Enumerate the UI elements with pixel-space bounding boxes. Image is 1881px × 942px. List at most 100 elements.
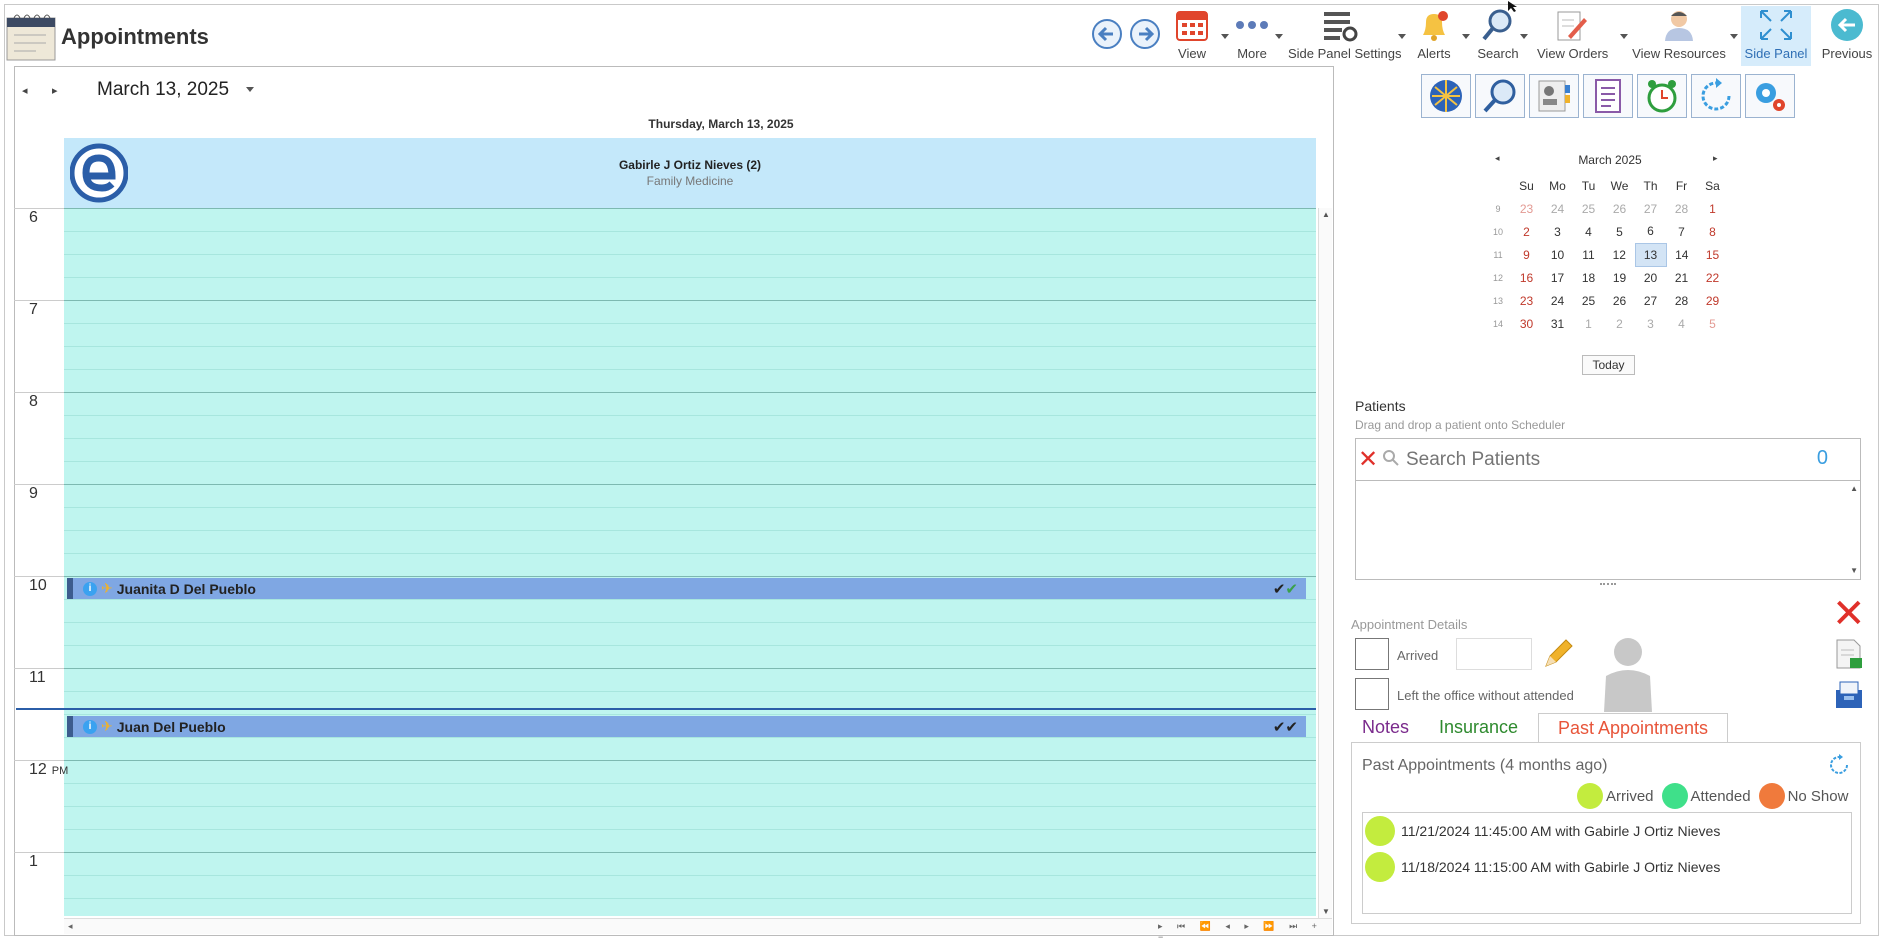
side-panel-button[interactable]: Side Panel — [1741, 6, 1811, 66]
calendar-day[interactable]: 31 — [1542, 312, 1573, 335]
tab-past-appointments[interactable]: Past Appointments — [1538, 713, 1728, 743]
calendar-day[interactable]: 14 — [1666, 243, 1697, 266]
calendar-day[interactable]: 19 — [1604, 266, 1635, 289]
tab-notes[interactable]: Notes — [1355, 713, 1416, 742]
left-office-checkbox[interactable] — [1355, 678, 1389, 710]
more-button[interactable]: More — [1230, 8, 1274, 66]
settings-gears-button[interactable] — [1745, 74, 1795, 118]
document-download-icon[interactable] — [1834, 638, 1864, 675]
calendar-day[interactable]: 23 — [1511, 289, 1542, 312]
calendar-day[interactable]: 27 — [1635, 289, 1666, 312]
calendar-day[interactable]: 24 — [1542, 289, 1573, 312]
arrived-checkbox[interactable] — [1355, 638, 1389, 670]
calendar-day[interactable]: 29 — [1697, 289, 1728, 312]
date-selector[interactable]: March 13, 2025 — [97, 79, 229, 101]
calendar-day[interactable]: 21 — [1666, 266, 1697, 289]
calendar-day[interactable]: 1 — [1697, 197, 1728, 220]
calendar-day[interactable]: 8 — [1697, 220, 1728, 243]
calendar-day[interactable]: 16 — [1511, 266, 1542, 289]
calendar-day[interactable]: 13 — [1634, 242, 1667, 267]
alerts-button[interactable]: Alerts — [1414, 8, 1454, 66]
back-arrow-button[interactable] — [1091, 18, 1123, 55]
calendar-day[interactable]: 12 — [1604, 243, 1635, 266]
checklist-button[interactable] — [1583, 74, 1633, 118]
calendar-day[interactable]: 28 — [1666, 197, 1697, 220]
tab-insurance[interactable]: Insurance — [1432, 713, 1525, 742]
calendar-day[interactable]: 5 — [1604, 220, 1635, 243]
view-button[interactable]: View — [1170, 8, 1214, 66]
appointment-juan[interactable]: i ✈ Juan Del Pueblo ✔✔ — [67, 716, 1306, 737]
calendar-day[interactable]: 6 — [1635, 220, 1666, 243]
calendar-day[interactable]: 25 — [1573, 289, 1604, 312]
side-panel-settings-dropdown-icon[interactable] — [1398, 34, 1406, 39]
arrived-time-field[interactable] — [1456, 638, 1532, 670]
previous-button[interactable]: Previous — [1819, 8, 1875, 66]
alarm-clock-button[interactable] — [1637, 74, 1687, 118]
calendar-day[interactable]: 22 — [1697, 266, 1728, 289]
calendar-day[interactable]: 10 — [1542, 243, 1573, 266]
refresh-icon[interactable] — [1828, 754, 1850, 781]
appointment-juanita[interactable]: i ✈ Juanita D Del Pueblo ✔✔ — [67, 578, 1306, 599]
more-dropdown-icon[interactable] — [1275, 34, 1283, 39]
horizontal-scrollbar[interactable]: ◂ ▸ ⏮ ⏪ ◂ ▸ ⏩ ⏭ + − — [64, 918, 1332, 942]
calendar-day[interactable]: 30 — [1511, 312, 1542, 335]
next-month-button[interactable]: ▸ — [1713, 153, 1718, 164]
date-dropdown-icon[interactable] — [246, 87, 254, 92]
calendar-day[interactable]: 20 — [1635, 266, 1666, 289]
globe-network-button[interactable] — [1421, 74, 1471, 118]
list-item[interactable]: 11/18/2024 11:15:00 AM with Gabirle J Or… — [1365, 852, 1720, 882]
splitter-handle[interactable] — [1600, 583, 1616, 585]
vertical-scrollbar[interactable]: ▲ ▼ — [1318, 208, 1332, 918]
calendar-day[interactable]: 11 — [1573, 243, 1604, 266]
calendar-day[interactable]: 18 — [1573, 266, 1604, 289]
edit-pencil-icon[interactable] — [1542, 638, 1574, 675]
list-item[interactable]: 11/21/2024 11:45:00 AM with Gabirle J Or… — [1365, 816, 1720, 846]
view-resources-dropdown-icon[interactable] — [1730, 34, 1738, 39]
patient-list[interactable]: ▲ ▼ — [1355, 480, 1861, 580]
contact-card-button[interactable] — [1529, 74, 1579, 118]
calendar-day[interactable]: 25 — [1573, 197, 1604, 220]
calendar-day[interactable]: 15 — [1697, 243, 1728, 266]
calendar-day[interactable]: 23 — [1511, 197, 1542, 220]
clear-search-icon[interactable]: ✕ — [1358, 445, 1378, 474]
next-day-button[interactable]: ▸ — [52, 84, 58, 97]
view-resources-button[interactable]: View Resources — [1632, 8, 1726, 66]
magnifier-button[interactable] — [1475, 74, 1525, 118]
prev-month-button[interactable]: ◂ — [1495, 153, 1500, 164]
calendar-day[interactable]: 3 — [1635, 312, 1666, 335]
calendar-day[interactable]: 26 — [1604, 197, 1635, 220]
calendar-day[interactable]: 9 — [1511, 243, 1542, 266]
info-icon[interactable]: i — [83, 581, 97, 596]
info-icon[interactable]: i — [83, 719, 97, 734]
calendar-day[interactable]: 2 — [1511, 220, 1542, 243]
calendar-day[interactable]: 7 — [1666, 220, 1697, 243]
search-patients-input[interactable] — [1406, 447, 1786, 473]
side-panel-settings-button[interactable]: Side Panel Settings — [1288, 8, 1401, 66]
refresh-button[interactable] — [1691, 74, 1741, 118]
grid-line — [64, 806, 1316, 807]
calendar-day[interactable]: 2 — [1604, 312, 1635, 335]
view-dropdown-icon[interactable] — [1221, 34, 1229, 39]
calendar-day[interactable]: 4 — [1666, 312, 1697, 335]
patient-search-box[interactable]: ✕ 0 — [1355, 438, 1861, 481]
view-orders-button[interactable]: View Orders — [1537, 8, 1608, 66]
archive-box-icon[interactable] — [1834, 680, 1864, 715]
calendar-day[interactable]: 5 — [1697, 312, 1728, 335]
today-button[interactable]: Today — [1582, 355, 1635, 375]
calendar-day[interactable]: 27 — [1635, 197, 1666, 220]
calendar-day[interactable]: 4 — [1573, 220, 1604, 243]
calendar-day[interactable]: 28 — [1666, 289, 1697, 312]
forward-arrow-button[interactable] — [1129, 18, 1161, 55]
calendar-day[interactable]: 24 — [1542, 197, 1573, 220]
view-orders-dropdown-icon[interactable] — [1620, 34, 1628, 39]
time-grid[interactable] — [64, 208, 1316, 922]
calendar-day[interactable]: 3 — [1542, 220, 1573, 243]
calendar-day[interactable]: 26 — [1604, 289, 1635, 312]
prev-day-button[interactable]: ◂ — [22, 84, 28, 97]
alerts-dropdown-icon[interactable] — [1462, 34, 1470, 39]
hour-tick — [14, 852, 64, 853]
search-dropdown-icon[interactable] — [1520, 34, 1528, 39]
calendar-day[interactable]: 17 — [1542, 266, 1573, 289]
calendar-day[interactable]: 1 — [1573, 312, 1604, 335]
delete-appointment-icon[interactable]: ✕ — [1832, 594, 1866, 634]
